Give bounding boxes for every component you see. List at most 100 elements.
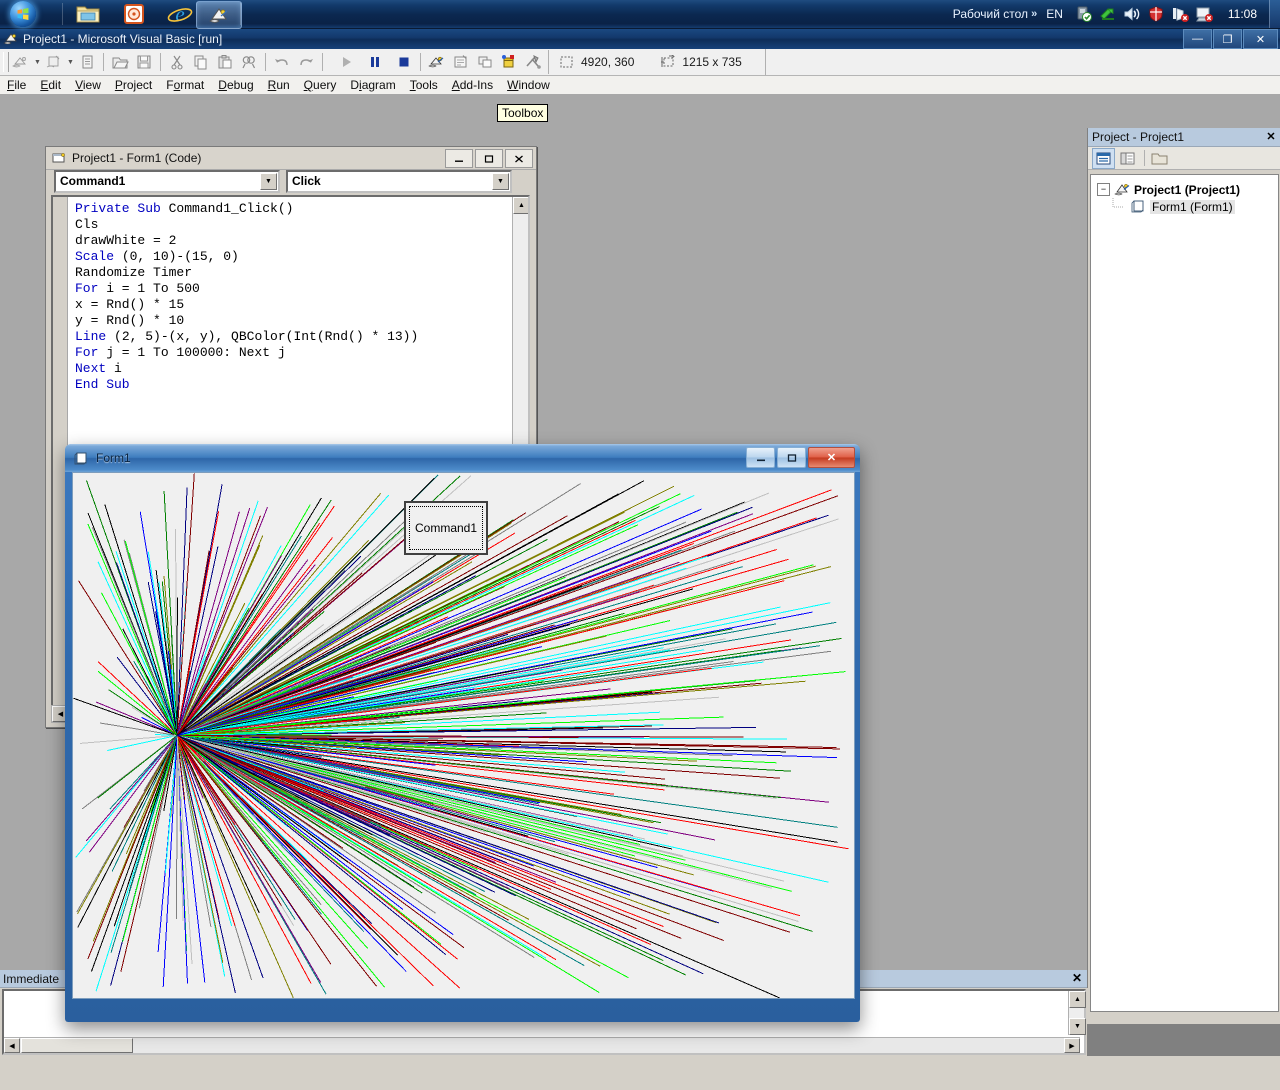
form1-minimize-button[interactable]: [746, 447, 775, 468]
project-explorer-toolbar: [1088, 147, 1280, 170]
menu-item-run[interactable]: Run: [261, 76, 297, 95]
undo-icon[interactable]: [271, 51, 293, 73]
code-scroll-up-button[interactable]: ▲: [513, 197, 530, 214]
taskbar-item-media-app[interactable]: [112, 1, 156, 27]
media-app-icon: [123, 3, 145, 25]
toggle-folders-icon[interactable]: [1149, 149, 1170, 168]
windows-flag-icon: [17, 8, 29, 20]
vb-close-button[interactable]: ✕: [1243, 29, 1278, 49]
object-browser-icon[interactable]: [498, 51, 520, 73]
immediate-vertical-scrollbar[interactable]: ▲ ▼: [1068, 991, 1084, 1035]
code-maximize-button[interactable]: [475, 149, 503, 168]
taskbar: e Рабочий стол » EN: [0, 0, 1280, 29]
explorer-icon: [75, 3, 101, 25]
project-explorer-icon[interactable]: [426, 51, 448, 73]
form1-client-area[interactable]: Command1: [72, 472, 855, 999]
toolbar-right-edge: [765, 49, 766, 75]
immediate-close-icon[interactable]: ✕: [1070, 970, 1084, 986]
menu-item-format[interactable]: Format: [159, 76, 211, 95]
menu-item-window[interactable]: Window: [500, 76, 557, 95]
menu-item-project[interactable]: Project: [108, 76, 159, 95]
command1-button[interactable]: Command1: [404, 501, 488, 555]
find-icon[interactable]: [238, 51, 260, 73]
vb-restore-button[interactable]: ❐: [1213, 29, 1242, 49]
view-code-icon[interactable]: [1092, 148, 1115, 169]
procedure-combo[interactable]: Click ▼: [286, 170, 512, 193]
add-form-icon[interactable]: [43, 51, 65, 73]
procedure-combo-chevron-down-icon[interactable]: ▼: [492, 173, 509, 190]
taskbar-item-explorer[interactable]: [66, 1, 110, 27]
toolbox-tooltip: Toolbox: [497, 104, 548, 122]
view-object-icon[interactable]: [1117, 149, 1138, 168]
object-combo[interactable]: Command1 ▼: [54, 170, 280, 193]
add-project-icon[interactable]: [10, 51, 32, 73]
size-value: 1215 x 735: [682, 55, 741, 69]
vb-window-controls: — ❐ ✕: [1182, 29, 1278, 49]
project-tree[interactable]: − Project1 (Project1): [1090, 174, 1279, 1012]
open-project-icon[interactable]: [109, 51, 131, 73]
vb-title-text: Project1 - Microsoft Visual Basic [run]: [23, 32, 222, 46]
project-explorer-title-bar: Project - Project1 ✕: [1088, 128, 1280, 147]
form1-title-text: Form1: [96, 451, 131, 465]
form1-title-bar[interactable]: Form1 ✕: [65, 444, 860, 472]
properties-window-icon[interactable]: [450, 51, 472, 73]
object-combo-chevron-down-icon[interactable]: ▼: [260, 173, 277, 190]
menu-item-addins[interactable]: Add-Ins: [445, 76, 500, 95]
paste-icon[interactable]: [214, 51, 236, 73]
toolbar-separator-1: [103, 53, 104, 71]
menu-item-debug[interactable]: Debug: [211, 76, 260, 95]
menu-editor-icon[interactable]: [76, 51, 98, 73]
tree-node-project1[interactable]: − Project1 (Project1): [1091, 181, 1278, 198]
tray-overflow-chevron-icon[interactable]: »: [1031, 8, 1037, 20]
toolbox-icon[interactable]: [522, 51, 544, 73]
network-disconnected-icon[interactable]: [1170, 5, 1190, 23]
menu-item-diagram[interactable]: Diagram: [343, 76, 402, 95]
project-explorer-close-icon[interactable]: ✕: [1264, 129, 1278, 143]
immediate-scroll-right-button[interactable]: ▶: [1064, 1038, 1080, 1053]
end-icon[interactable]: [393, 51, 415, 73]
form1-maximize-button[interactable]: [777, 447, 806, 468]
svg-text:e: e: [175, 2, 184, 26]
tree-expander-project1[interactable]: −: [1097, 183, 1110, 196]
security-shield-icon[interactable]: [1146, 5, 1166, 23]
taskbar-item-visual-basic[interactable]: [196, 1, 242, 29]
add-project-dropdown-icon[interactable]: ▼: [33, 51, 42, 73]
form-layout-icon[interactable]: [474, 51, 496, 73]
show-desktop-button[interactable]: [1269, 0, 1280, 28]
tree-node-form1[interactable]: Form1 (Form1): [1091, 198, 1278, 215]
break-icon[interactable]: [364, 51, 386, 73]
volume-icon[interactable]: [1122, 5, 1142, 23]
add-form-dropdown-icon[interactable]: ▼: [66, 51, 75, 73]
action-center-icon[interactable]: [1194, 5, 1214, 23]
vb-minimize-button[interactable]: —: [1183, 29, 1212, 49]
code-minimize-button[interactable]: [445, 149, 473, 168]
redo-icon[interactable]: [295, 51, 317, 73]
tree-label-project1: Project1 (Project1): [1134, 183, 1240, 197]
form1-close-button[interactable]: ✕: [808, 447, 855, 468]
menu-item-file[interactable]: File: [0, 76, 33, 95]
menu-item-edit[interactable]: Edit: [33, 76, 68, 95]
immediate-scroll-down-button[interactable]: ▼: [1069, 1018, 1086, 1035]
toolbar-separator-5: [420, 53, 421, 71]
start-icon[interactable]: [335, 51, 357, 73]
immediate-scroll-up-button[interactable]: ▲: [1069, 991, 1086, 1008]
toolbar-grip[interactable]: [3, 52, 9, 72]
language-indicator[interactable]: EN: [1046, 7, 1063, 21]
code-text: Private Sub Command1_Click()ClsdrawWhite…: [75, 201, 418, 393]
taskbar-clock[interactable]: 11:08: [1228, 7, 1257, 21]
copy-icon[interactable]: [190, 51, 212, 73]
immediate-horizontal-scrollbar[interactable]: ◀ ▶: [4, 1037, 1080, 1053]
project-icon: [1114, 182, 1131, 197]
menu-item-tools[interactable]: Tools: [403, 76, 445, 95]
start-button[interactable]: [4, 0, 58, 30]
code-close-button[interactable]: [505, 149, 533, 168]
menu-item-view[interactable]: View: [68, 76, 108, 95]
safely-remove-icon[interactable]: [1098, 5, 1118, 23]
immediate-scroll-left-button[interactable]: ◀: [4, 1038, 20, 1053]
immediate-hscroll-thumb[interactable]: [21, 1038, 133, 1053]
vb-menu-bar: File Edit View Project Format Debug Run …: [0, 76, 1280, 96]
cut-icon[interactable]: [166, 51, 188, 73]
menu-item-query[interactable]: Query: [297, 76, 344, 95]
removable-media-icon[interactable]: [1074, 5, 1094, 23]
save-project-icon[interactable]: [133, 51, 155, 73]
